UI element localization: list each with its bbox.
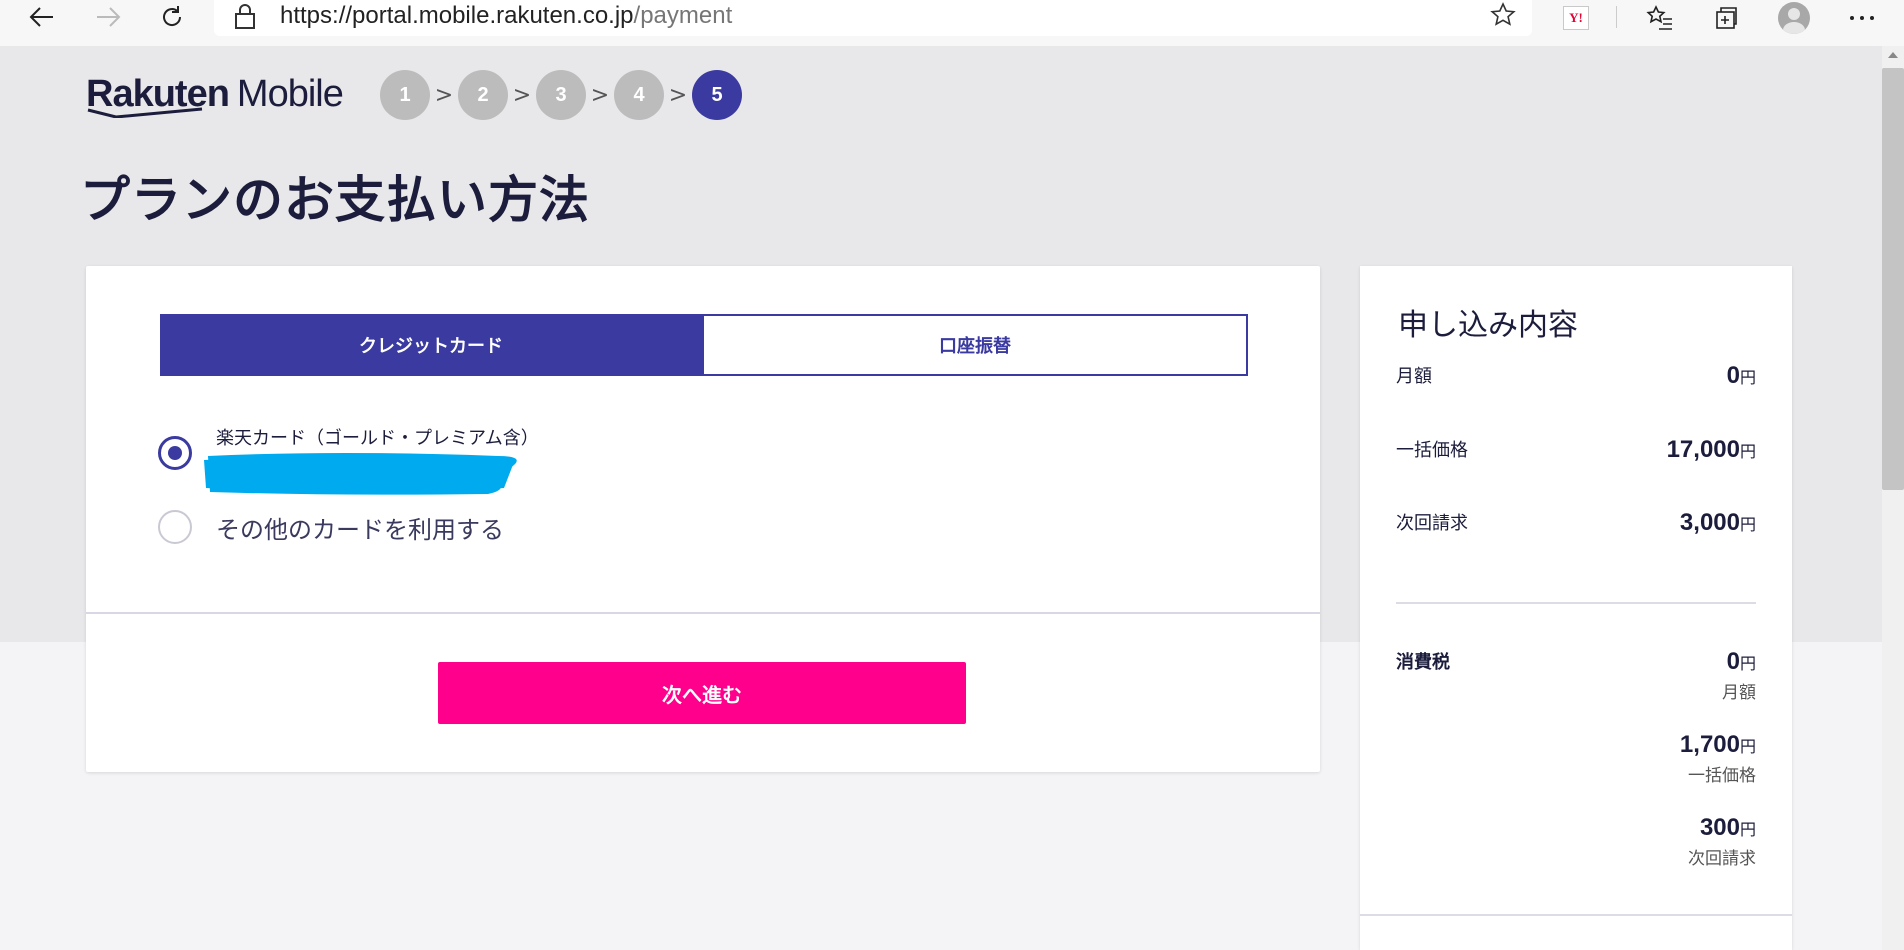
radio-button-unchecked[interactable] (158, 510, 192, 544)
tax-label: 消費税 (1396, 652, 1450, 673)
progress-steps: 1 > 2 > 3 > 4 > 5 (380, 70, 742, 120)
collections-icon[interactable] (1708, 2, 1744, 34)
summary-label: 一括価格 (1396, 440, 1468, 461)
tax-caption: 次回請求 (1688, 849, 1756, 869)
logo-swoosh-icon (87, 107, 203, 118)
logo-sub: Mobile (236, 73, 344, 115)
forward-icon[interactable] (88, 0, 128, 34)
scrollbar-thumb[interactable] (1882, 68, 1904, 490)
summary-value: 3,000円 (1679, 509, 1756, 536)
step-4: 4 (614, 70, 664, 120)
summary-label: 月額 (1396, 366, 1432, 387)
step-separator: > (512, 82, 532, 108)
tax-caption: 一括価格 (1688, 766, 1756, 786)
more-menu-icon[interactable] (1844, 2, 1880, 34)
radio-other-card[interactable] (158, 510, 192, 544)
summary-value: 0円 (1726, 362, 1756, 389)
step-separator: > (434, 82, 454, 108)
page-title: プランのお支払い方法 (80, 171, 590, 229)
browser-toolbar: https://portal.mobile.rakuten.co.jp/paym… (0, 0, 1904, 47)
card-divider (86, 612, 1320, 614)
summary-value: 17,000円 (1666, 436, 1756, 463)
tab-credit-card[interactable]: クレジットカード (160, 314, 702, 376)
payment-method-card: クレジットカード 口座振替 楽天カード（ゴールド・プレミアム含） その他のカード… (86, 266, 1320, 772)
profile-avatar-icon[interactable] (1776, 2, 1812, 34)
step-separator: > (590, 82, 610, 108)
lock-icon (234, 2, 256, 34)
scroll-up-arrow-icon[interactable] (1888, 52, 1898, 58)
step-3: 3 (536, 70, 586, 120)
yahoo-extension-icon[interactable]: Y! (1558, 2, 1594, 34)
favorites-list-icon[interactable] (1642, 2, 1678, 34)
summary-divider (1360, 914, 1792, 916)
other-card-label[interactable]: その他のカードを利用する (216, 510, 504, 545)
radio-button-checked[interactable] (158, 436, 192, 470)
tab-bank-transfer[interactable]: 口座振替 (702, 314, 1248, 376)
refresh-icon[interactable] (152, 0, 192, 34)
step-1: 1 (380, 70, 430, 120)
toolbar-divider (1616, 6, 1617, 28)
summary-label: 次回請求 (1396, 513, 1468, 534)
tax-value: 300円 (1699, 814, 1756, 841)
tax-value: 0円 (1726, 648, 1756, 675)
payment-tabs: クレジットカード 口座振替 (160, 314, 1248, 376)
tax-value: 1,700円 (1679, 731, 1756, 758)
address-bar[interactable]: https://portal.mobile.rakuten.co.jp/paym… (214, 0, 1532, 36)
step-separator: > (668, 82, 688, 108)
url-text: https://portal.mobile.rakuten.co.jp/paym… (280, 2, 733, 29)
summary-title: 申し込み内容 (1398, 308, 1578, 343)
step-5-current: 5 (692, 70, 742, 120)
order-summary-panel: 申し込み内容 月額 0円 一括価格 17,000円 次回請求 3,000円 消費… (1360, 266, 1792, 950)
rakuten-mobile-logo[interactable]: Rakuten Mobile (86, 72, 344, 118)
radio-rakuten-card[interactable] (158, 436, 192, 470)
redacted-card-number (204, 453, 517, 495)
summary-divider (1396, 602, 1756, 604)
back-icon[interactable] (22, 0, 62, 34)
step-2: 2 (458, 70, 508, 120)
next-step-button[interactable]: 次へ進む (438, 662, 966, 724)
favorite-star-icon[interactable] (1490, 2, 1516, 32)
tax-caption: 月額 (1722, 683, 1756, 703)
